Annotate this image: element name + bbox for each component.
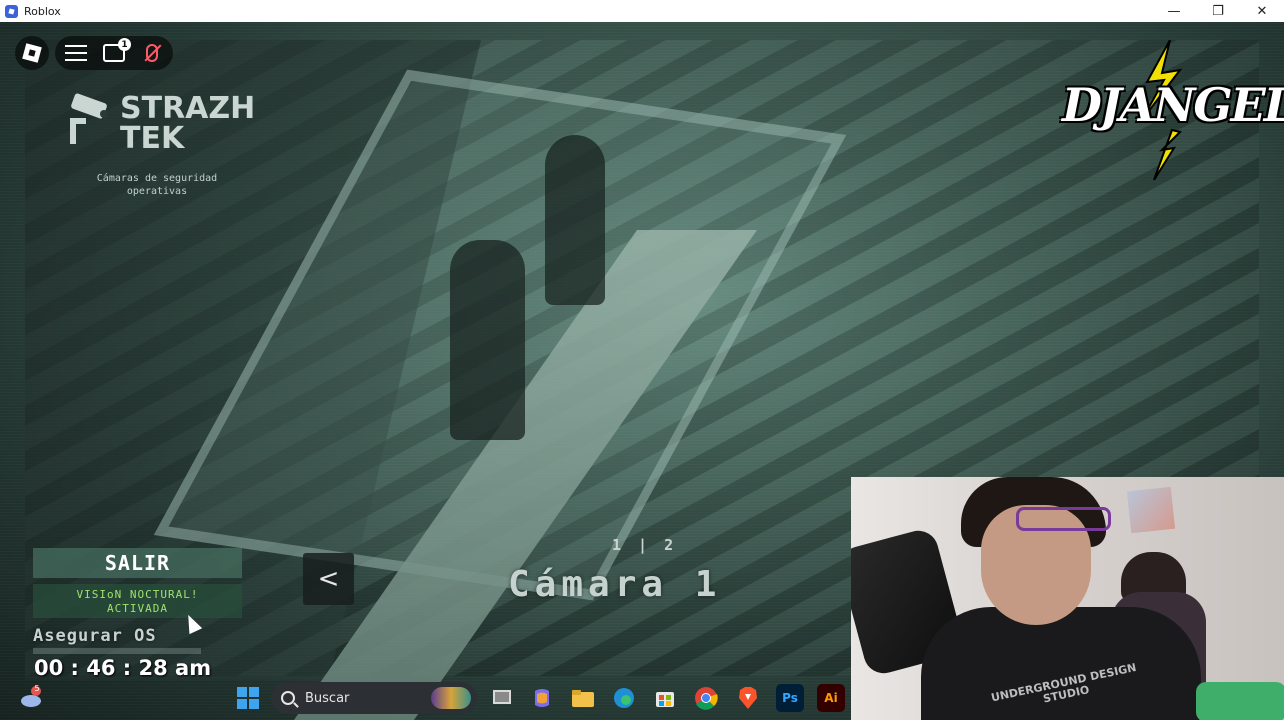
secure-os-label[interactable]: Asegurar OS [33, 626, 157, 646]
brand-line-1: STRAZH [120, 91, 256, 126]
night-vision-status: VISIoN NOCTURAL! ACTIVADA [33, 584, 242, 618]
hamburger-icon [65, 45, 87, 61]
roblox-menu-button[interactable] [15, 36, 49, 70]
chat-icon: 1 [103, 38, 131, 62]
photoshop-icon: Ps [782, 691, 798, 705]
chat-button[interactable]: 1 [99, 36, 131, 70]
mic-button[interactable] [137, 36, 167, 70]
store-button[interactable] [651, 684, 679, 712]
window-titlebar: Roblox — ❐ ✕ [0, 0, 1284, 22]
chrome-button[interactable] [692, 684, 720, 712]
security-camera-icon [70, 93, 108, 144]
feed-figure [545, 135, 605, 305]
weather-widget[interactable]: 5 [19, 684, 43, 708]
illustrator-button[interactable]: Ai [817, 684, 845, 712]
wall-poster [1126, 486, 1176, 534]
streamer-hoodie [921, 607, 1201, 720]
roblox-top-menu: 1 [15, 36, 173, 70]
game-clock: 00 : 46 : 28 am [34, 656, 212, 680]
streamer-glasses [1016, 507, 1111, 531]
minimize-button[interactable]: — [1152, 0, 1196, 22]
close-button[interactable]: ✕ [1240, 0, 1284, 22]
brand-name: STRAZH TEK [120, 94, 255, 154]
task-view-icon [493, 690, 511, 704]
windows-logo-icon [237, 687, 259, 709]
file-explorer-button[interactable] [569, 684, 597, 712]
secure-os-progress [33, 648, 201, 654]
tagline-line-1: Cámaras de seguridad [96, 173, 218, 184]
task-view-button[interactable] [488, 684, 516, 712]
restore-button[interactable]: ❐ [1196, 0, 1240, 22]
roblox-app-icon [5, 4, 18, 18]
search-icon [281, 691, 295, 705]
exit-button[interactable]: SALIR [33, 548, 242, 578]
roblox-toolbar: 1 [55, 36, 173, 70]
night-vision-line-2: ACTIVADA [107, 602, 168, 615]
photoshop-button[interactable]: Ps [776, 684, 804, 712]
mic-muted-icon [146, 44, 158, 62]
window-title: Roblox [24, 4, 61, 18]
edge-button[interactable] [610, 684, 638, 712]
camera-label: Cámara 1 [508, 564, 722, 605]
tagline-line-2: operativas [126, 186, 188, 197]
chat-badge: 1 [118, 38, 131, 51]
start-button[interactable] [234, 684, 262, 712]
store-icon [656, 692, 674, 707]
brave-button[interactable] [734, 684, 762, 712]
camera-index: 1 | 2 [612, 536, 678, 554]
green-object [1196, 682, 1284, 720]
night-vision-line-1: VISIoN NOCTURAL! [76, 588, 199, 601]
weather-badge: 5 [34, 684, 40, 693]
folder-icon [572, 690, 594, 707]
webcam-overlay: UNDERGROUND DESIGN STUDIO [851, 477, 1284, 720]
copilot-icon [535, 689, 549, 707]
window-controls: — ❐ ✕ [1152, 0, 1284, 22]
taskbar-search[interactable]: Buscar [271, 682, 477, 714]
roblox-logo-icon [22, 43, 42, 63]
previous-camera-button[interactable]: < [303, 553, 354, 605]
feed-figure [450, 240, 525, 440]
streamer-logo: DJANGEL [1062, 40, 1284, 180]
edge-icon [614, 688, 634, 708]
illustrator-icon: Ai [824, 691, 838, 705]
search-highlight-art [431, 687, 471, 709]
copilot-button[interactable] [528, 684, 556, 712]
brand-line-2: TEK [120, 121, 185, 156]
brand-tagline: Cámaras de seguridad operativas [62, 172, 252, 198]
chrome-icon [695, 687, 718, 710]
search-placeholder: Buscar [305, 690, 350, 706]
streamer-logo-text: DJANGEL [1062, 78, 1284, 132]
brave-icon [739, 687, 757, 709]
menu-button[interactable] [61, 36, 91, 70]
